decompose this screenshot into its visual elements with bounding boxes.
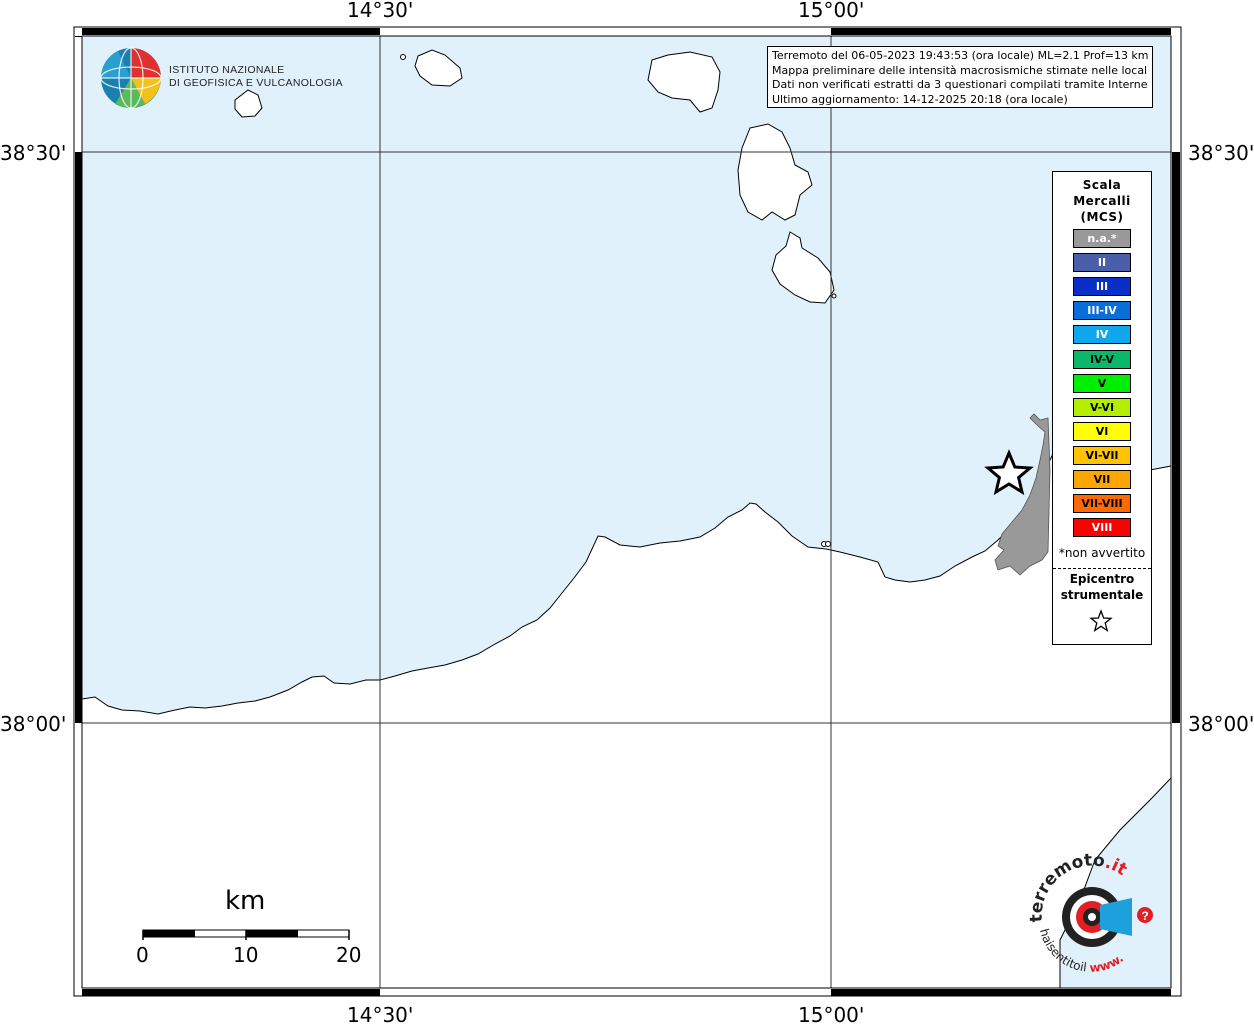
logo-name-line2: DI GEOFISICA E VULCANOLOGIA xyxy=(169,77,343,89)
legend-star-icon xyxy=(1089,609,1113,633)
legend-swatch: VII-VIII xyxy=(1073,494,1131,514)
event-info-box: Terremoto del 06-05-2023 19:43:53 (ora l… xyxy=(767,46,1153,108)
legend-title-line3: (MCS) xyxy=(1080,210,1124,224)
info-line-data-source: Dati non verificati estratti da 3 questi… xyxy=(772,78,1148,91)
lon-label-bottom-right: 15°00' xyxy=(798,1003,865,1027)
scale-tick-20: 20 xyxy=(336,943,362,967)
lat-label-left-upper: 38°30' xyxy=(0,141,67,165)
lon-label-bottom-left: 14°30' xyxy=(347,1003,414,1027)
lat-label-left-lower: 38°00' xyxy=(0,712,67,736)
badge-brand: terremoto xyxy=(1027,850,1106,922)
lat-label-right-upper: 38°30' xyxy=(1188,141,1254,165)
legend-epicenter-line2: strumentale xyxy=(1060,588,1144,602)
legend-swatch: V-VI xyxy=(1073,397,1131,417)
islet xyxy=(400,54,406,60)
islet xyxy=(831,293,837,299)
legend-epicenter-label: Epicentro strumentale xyxy=(1053,571,1151,603)
badge-question: haisentitoil xyxy=(1037,927,1087,974)
lat-label-right-lower: 38°00' xyxy=(1188,712,1254,736)
legend-divider xyxy=(1053,568,1151,569)
lon-label-top-right: 15°00' xyxy=(798,0,865,22)
legend-swatch: VI xyxy=(1073,421,1131,441)
info-line-description: Mappa preliminare delle intensità macros… xyxy=(772,63,1148,77)
legend-swatch: VI-VII xyxy=(1073,445,1131,465)
intensity-legend: Scala Mercalli (MCS) n.a.* II III III-IV IV I… xyxy=(1052,171,1152,645)
legend-swatch: V xyxy=(1073,373,1131,393)
legend-swatch: IV xyxy=(1073,325,1131,345)
logo-name: ISTITUTO NAZIONALE DI GEOFISICA E VULCAN… xyxy=(169,64,343,90)
svg-text:terremoto.it: terremoto.it xyxy=(1027,850,1131,922)
legend-title: Scala Mercalli (MCS) xyxy=(1053,177,1151,225)
legend-swatch: VII xyxy=(1073,470,1131,489)
lon-label-top-left: 14°30' xyxy=(347,0,414,22)
legend-swatch: IV-V xyxy=(1073,349,1131,369)
islet xyxy=(825,541,831,547)
legend-swatch: III-IV xyxy=(1073,301,1131,321)
info-line-event: Terremoto del 06-05-2023 19:43:53 (ora l… xyxy=(772,49,1148,62)
ingv-globe-icon xyxy=(100,47,162,109)
legend-swatch: III xyxy=(1073,277,1131,297)
legend-epicenter-line1: Epicentro xyxy=(1069,572,1135,586)
badge-suffix: .it xyxy=(1103,853,1131,880)
logo-name-line1: ISTITUTO NAZIONALE xyxy=(169,64,285,76)
info-line-updated: Ultimo aggiornamento: 14-12-2025 20:18 (… xyxy=(772,92,1068,106)
badge-www: www. xyxy=(1089,951,1126,975)
legend-swatch: II xyxy=(1073,253,1131,273)
scale-tick-10: 10 xyxy=(233,943,259,967)
legend-title-line2: Mercalli xyxy=(1073,194,1131,208)
legend-note: *non avvertito xyxy=(1058,546,1146,560)
haisentito-badge-text: terremoto.it haisentitoil www. xyxy=(1027,850,1131,975)
scale-unit-label: km xyxy=(225,886,266,916)
legend-title-line1: Scala xyxy=(1082,178,1122,192)
legend-swatch: VIII xyxy=(1073,518,1131,538)
scale-tick-0: 0 xyxy=(136,943,149,967)
legend-swatch: n.a.* xyxy=(1073,229,1131,248)
svg-text:haisentitoil www.: haisentitoil www. xyxy=(1037,927,1126,975)
